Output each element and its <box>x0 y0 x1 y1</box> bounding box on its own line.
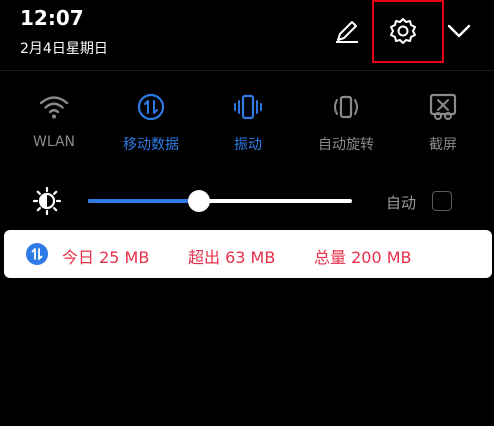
data-usage-total: 总量 200 MB <box>314 248 412 267</box>
mobile-data-icon <box>26 243 48 265</box>
vibrate-icon <box>233 92 263 122</box>
edit-icon[interactable] <box>332 16 362 46</box>
brightness-icon <box>32 186 62 216</box>
brightness-slider[interactable] <box>88 190 352 212</box>
tile-screenshot[interactable]: 截屏 <box>394 92 492 154</box>
status-date: 2月4日星期日 <box>20 41 108 57</box>
chevron-down-icon[interactable] <box>444 16 474 46</box>
data-usage-over: 超出 63 MB <box>188 248 276 267</box>
tile-label: WLAN <box>32 134 75 150</box>
settings-highlight-box <box>372 0 444 63</box>
tile-mobile-data[interactable]: 移动数据 <box>102 92 200 154</box>
auto-brightness-label: 自动 <box>386 194 417 212</box>
status-time: 12:07 <box>20 6 84 30</box>
data-usage-today: 今日 25 MB <box>62 248 150 267</box>
tile-label: 移动数据 <box>123 137 179 153</box>
tile-label: 振动 <box>234 137 262 153</box>
auto-brightness-checkbox[interactable] <box>432 191 452 211</box>
brightness-slider-thumb[interactable] <box>187 190 210 212</box>
data-usage-bar[interactable]: 今日 25 MB 超出 63 MB 总量 200 MB <box>4 230 492 278</box>
tile-vibrate[interactable]: 振动 <box>199 92 297 154</box>
tile-wlan[interactable]: WLAN <box>5 92 103 154</box>
header-divider <box>0 70 494 71</box>
tile-auto-rotate[interactable]: 自动旋转 <box>297 92 395 154</box>
mobile-data-icon <box>136 92 166 122</box>
notification-shade: 12:07 2月4日星期日 WLAN 移动数据 振动 自动旋转 截屏 自动 今日… <box>0 0 494 426</box>
tile-label: 截屏 <box>429 137 457 153</box>
screenshot-icon <box>428 92 458 122</box>
auto-rotate-icon <box>331 92 361 122</box>
tile-label: 自动旋转 <box>318 137 374 153</box>
wifi-icon <box>39 92 69 122</box>
brightness-slider-fill <box>88 199 199 203</box>
